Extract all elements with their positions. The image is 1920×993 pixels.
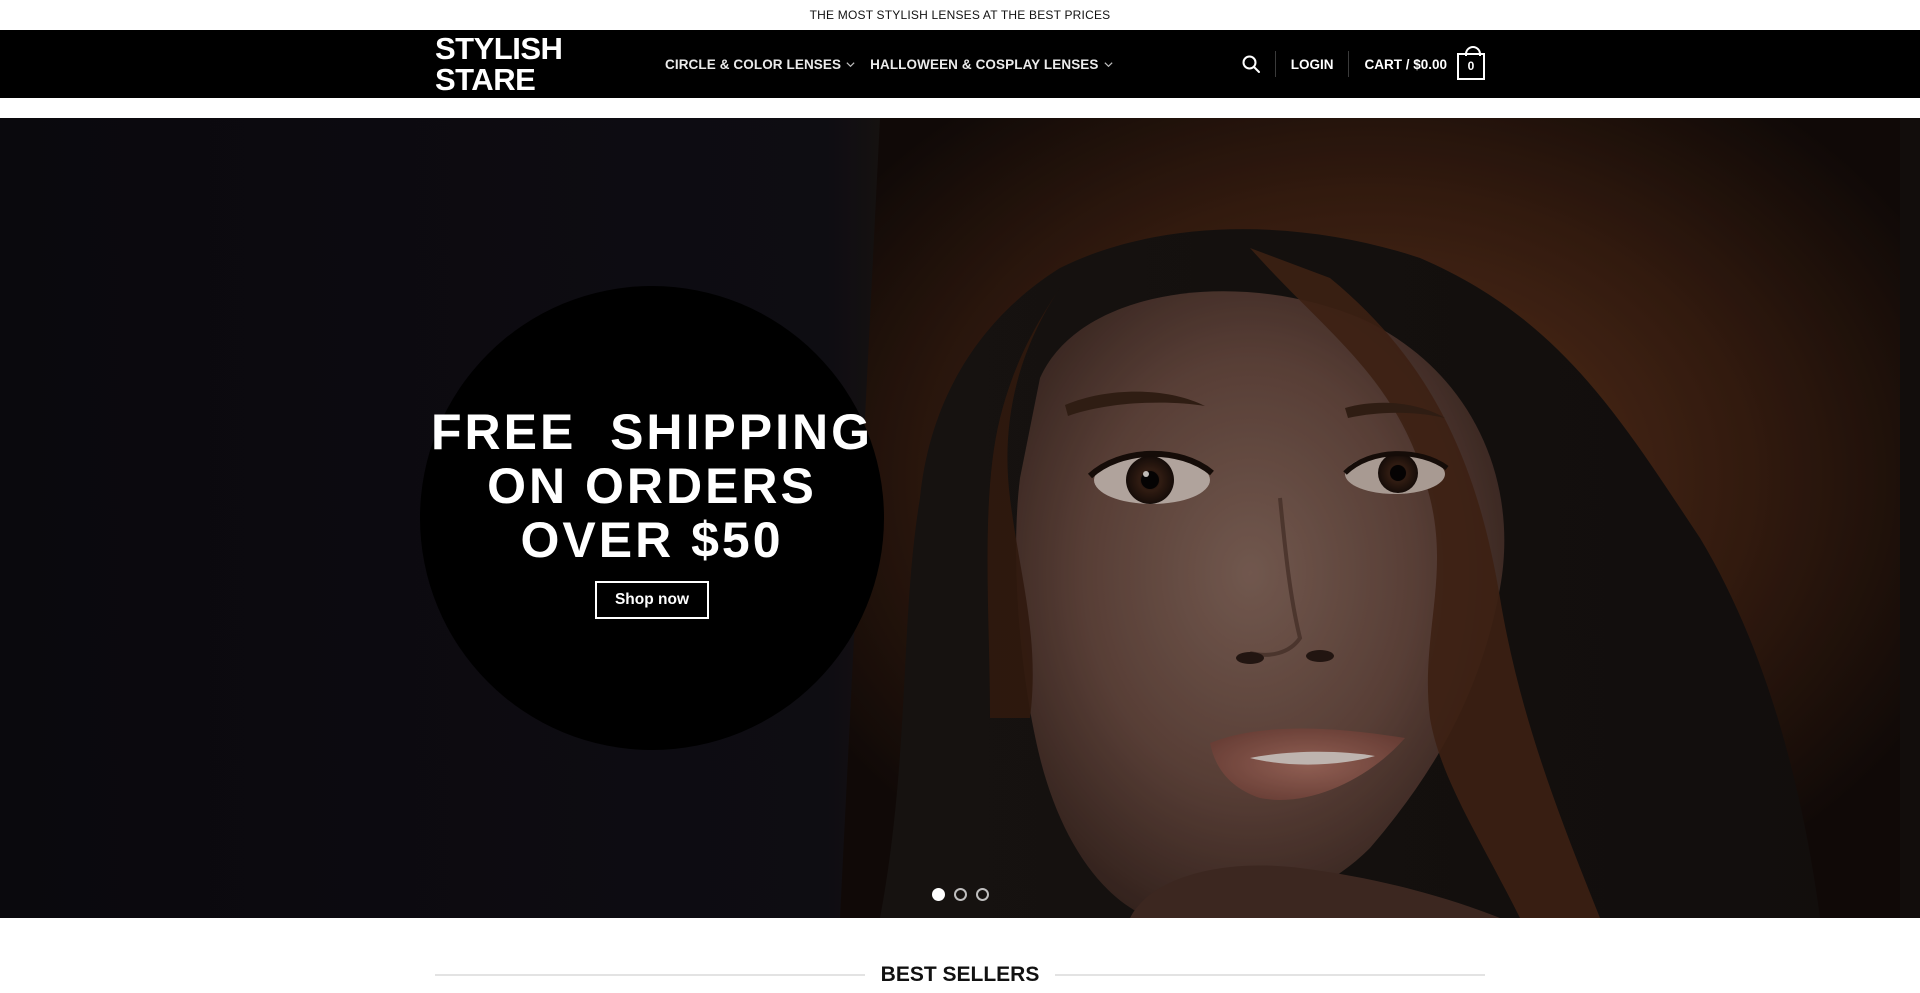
nav-item-circle-color-lenses[interactable]: CIRCLE & COLOR LENSES bbox=[665, 57, 856, 72]
hero-portrait-image bbox=[0, 118, 1920, 918]
main-nav: CIRCLE & COLOR LENSES HALLOWEEN & COSPLA… bbox=[665, 30, 1114, 98]
announcement-text: THE MOST STYLISH LENSES AT THE BEST PRIC… bbox=[809, 8, 1111, 22]
login-link[interactable]: LOGIN bbox=[1276, 57, 1349, 72]
cart-link[interactable]: CART / $0.00 0 bbox=[1349, 45, 1485, 80]
shop-now-button[interactable]: Shop now bbox=[594, 581, 710, 619]
search-icon[interactable] bbox=[1241, 54, 1261, 74]
hero-title-line-2: ON ORDERS bbox=[487, 458, 817, 514]
slider-dot-3[interactable] bbox=[975, 888, 989, 901]
best-sellers-heading: BEST SELLERS bbox=[435, 960, 1486, 990]
cart-count-badge: 0 bbox=[1457, 45, 1485, 80]
nav-item-label: CIRCLE & COLOR LENSES bbox=[665, 56, 842, 72]
logo-line-2: STARE bbox=[435, 62, 536, 97]
heading-divider-right bbox=[1055, 974, 1486, 976]
slider-dot-1[interactable] bbox=[931, 888, 945, 901]
slider-dot-2[interactable] bbox=[953, 888, 967, 901]
heading-divider-left bbox=[435, 974, 865, 976]
nav-item-halloween-cosplay-lenses[interactable]: HALLOWEEN & COSPLAY LENSES bbox=[870, 57, 1113, 72]
hero-title: FREE SHIPPING ON ORDERS OVER $50 bbox=[431, 405, 873, 567]
hero-title-line-3: OVER $50 bbox=[520, 512, 784, 568]
site-logo[interactable]: STYLISH STARE bbox=[435, 33, 585, 95]
best-sellers-title: BEST SELLERS bbox=[880, 963, 1040, 986]
site-header: STYLISH STARE CIRCLE & COLOR LENSES HALL… bbox=[0, 30, 1920, 98]
nav-item-label: HALLOWEEN & COSPLAY LENSES bbox=[870, 56, 1099, 72]
chevron-down-icon bbox=[846, 61, 855, 67]
header-inner: STYLISH STARE CIRCLE & COLOR LENSES HALL… bbox=[435, 30, 1485, 98]
hero-title-line-1: FREE SHIPPING bbox=[430, 404, 874, 460]
hero-promo-circle: FREE SHIPPING ON ORDERS OVER $50 Shop no… bbox=[420, 286, 884, 750]
slider-dots bbox=[0, 888, 1920, 902]
logo-line-1: STYLISH bbox=[435, 31, 563, 66]
cart-label: CART / $0.00 bbox=[1364, 56, 1447, 72]
chevron-down-icon bbox=[1103, 61, 1113, 67]
header-actions: LOGIN CART / $0.00 0 bbox=[1241, 30, 1485, 98]
announcement-bar: THE MOST STYLISH LENSES AT THE BEST PRIC… bbox=[0, 0, 1920, 30]
hero-slider: FREE SHIPPING ON ORDERS OVER $50 Shop no… bbox=[0, 118, 1920, 918]
